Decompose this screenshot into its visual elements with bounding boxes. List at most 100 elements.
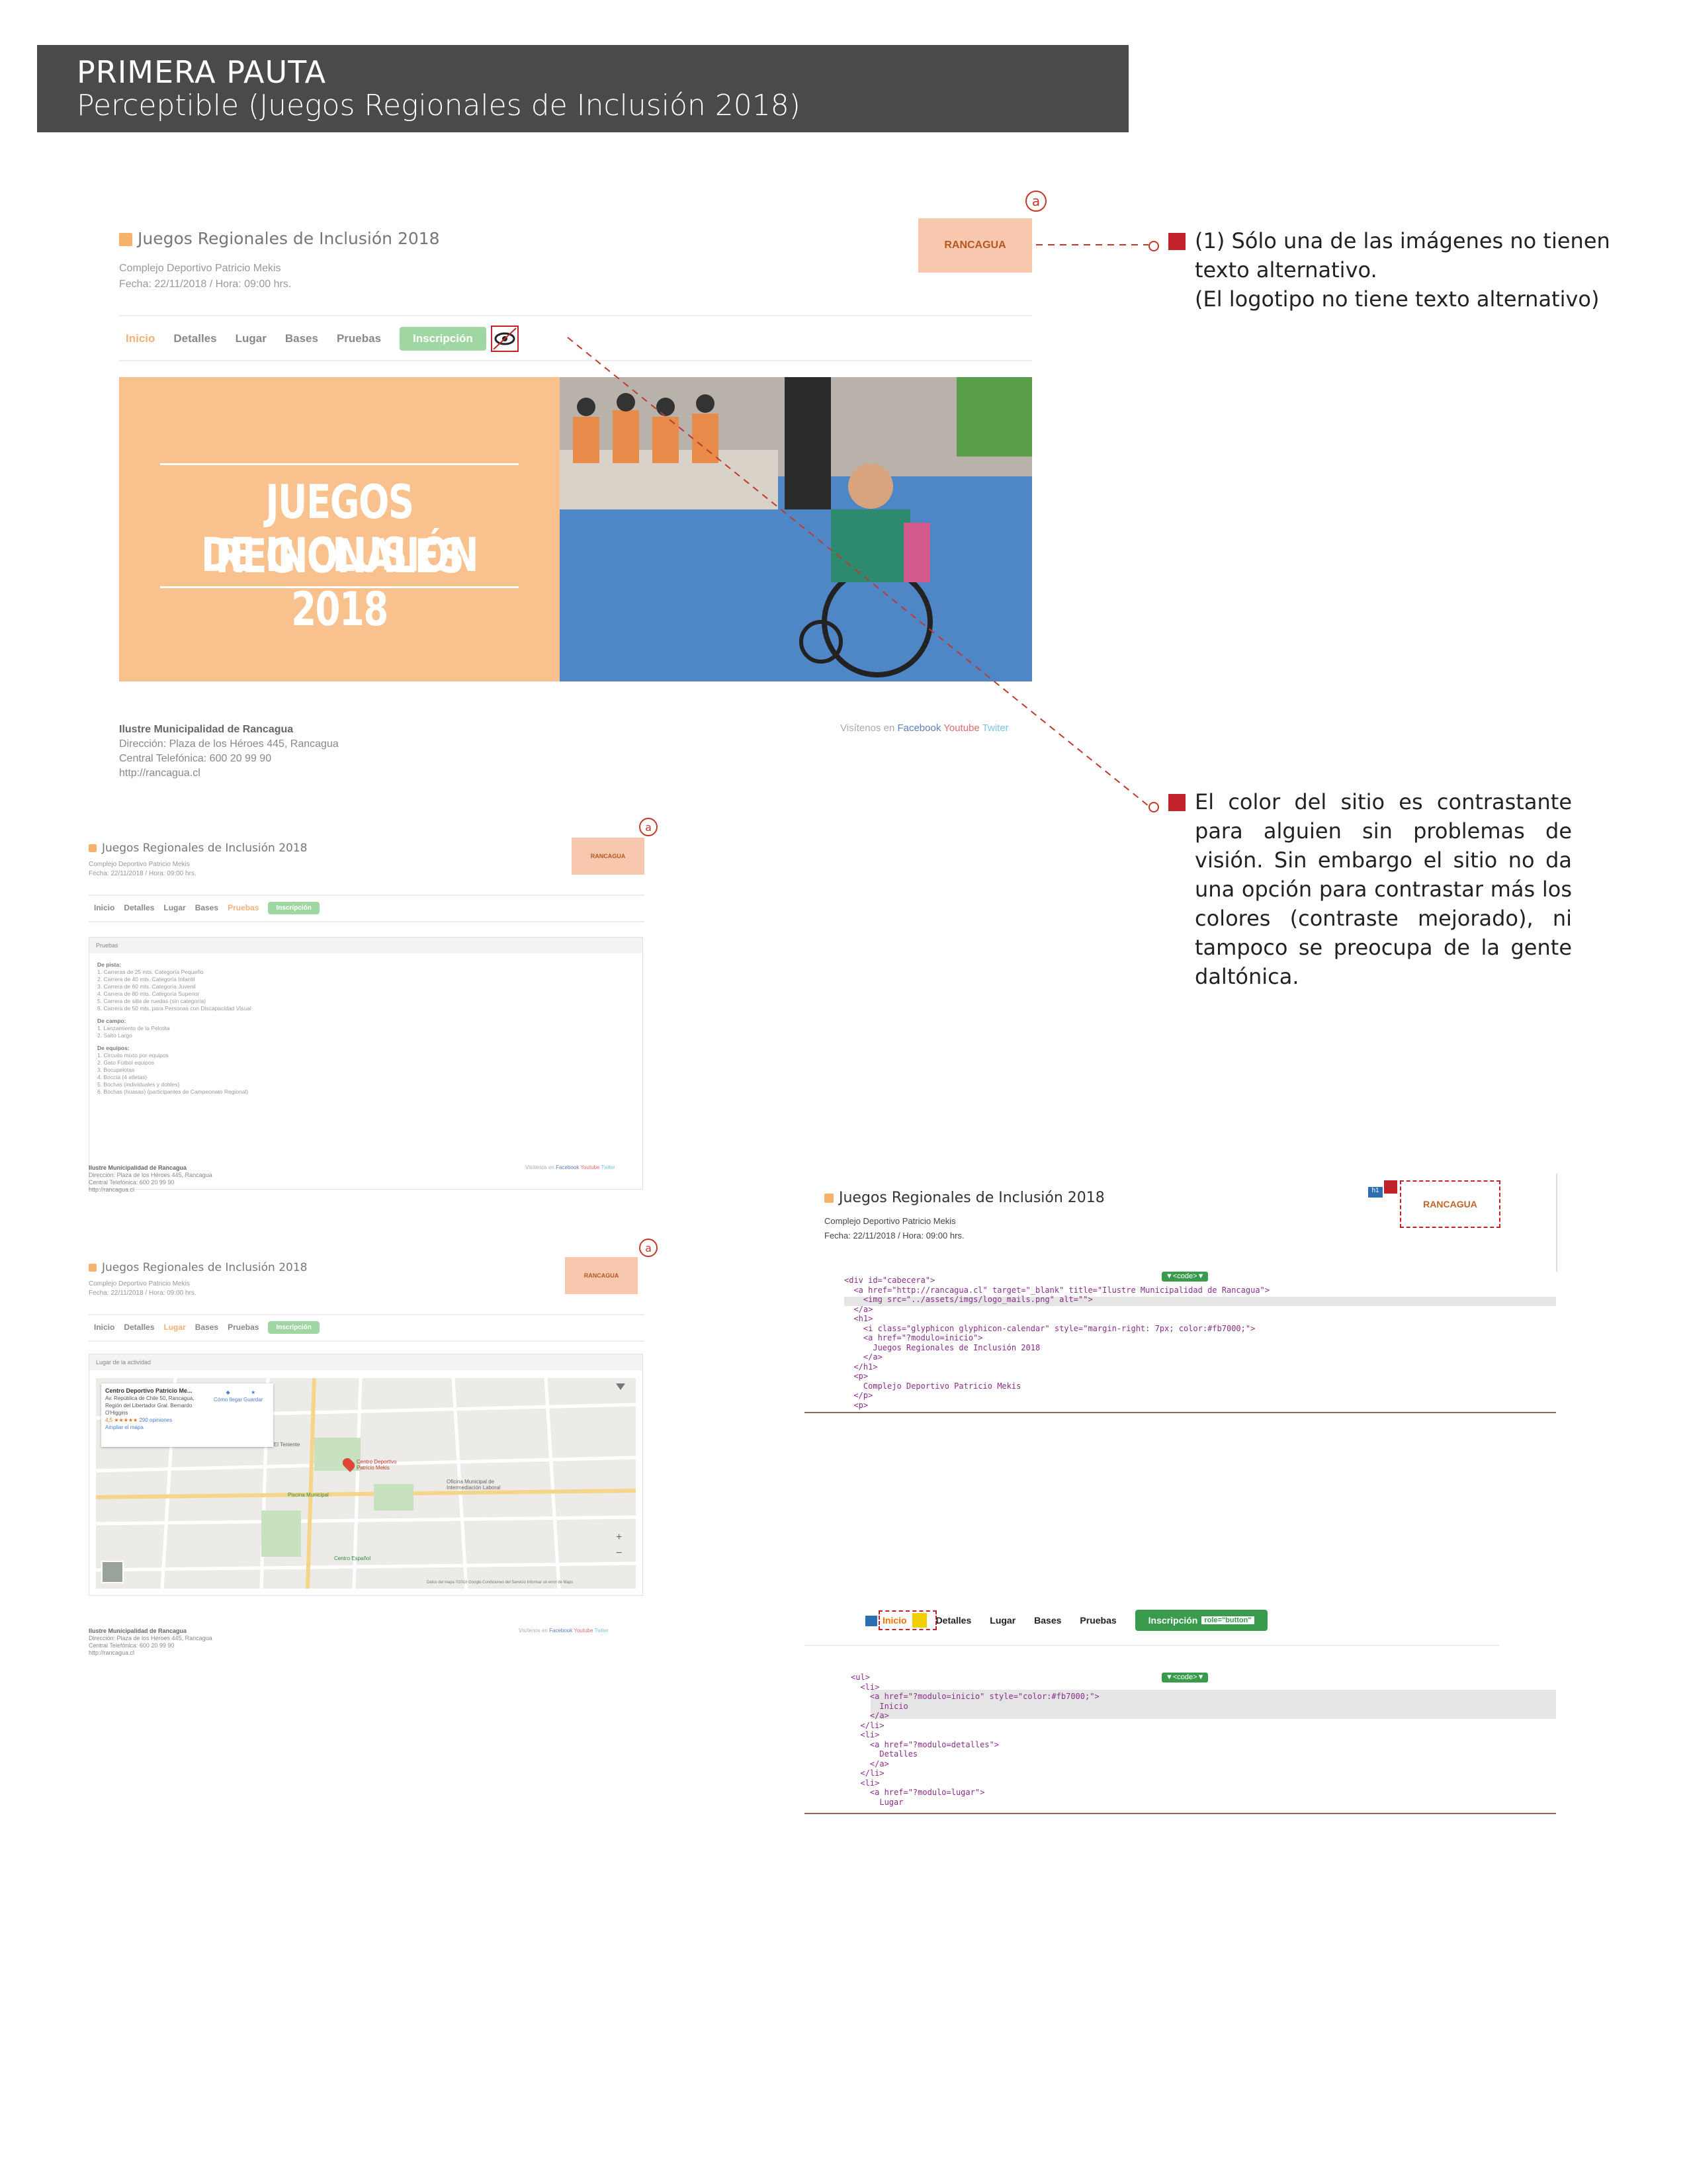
code-line: <li> (851, 1778, 880, 1788)
note1-line: (El logotipo no tiene texto alternativo) (1195, 286, 1600, 312)
facebook-link[interactable]: Facebook (549, 1628, 572, 1634)
lugar-panel: Lugar de la actividad Centro Deportivo P… (89, 1354, 643, 1596)
social-label: Visítenos en (519, 1628, 548, 1634)
nav-inicio[interactable]: Inicio (883, 1615, 907, 1626)
social-links: Visítenos en Facebook Youtube Twiter (525, 1164, 615, 1170)
rancagua-logo[interactable]: RANCAGUA (572, 838, 644, 875)
site-date: Fecha: 22/11/2018 / Hora: 09:00 hrs. (824, 1231, 965, 1241)
note2-bullet (1168, 794, 1186, 811)
nav-detalles[interactable]: Detalles (936, 1615, 972, 1626)
pruebas-item: 6. Bochas (huasas) (participantes de Cam… (97, 1088, 249, 1095)
code-line: <li> (851, 1682, 880, 1692)
code-line: <a href="?modulo=detalles"> (851, 1739, 999, 1749)
google-map[interactable]: Centro Deportivo Patricio Mekis Piscina … (96, 1378, 636, 1589)
annotation-marker-a: a (639, 1239, 658, 1257)
satellite-toggle[interactable] (101, 1561, 124, 1583)
inscripcion-button[interactable]: Inscripción (268, 1321, 320, 1334)
header-inspection-screenshot: Juegos Regionales de Inclusión 2018 Comp… (811, 1174, 1557, 1272)
divider (89, 1314, 644, 1315)
site-title[interactable]: Juegos Regionales de Inclusión 2018 (824, 1190, 1105, 1206)
nav-lugar[interactable]: Lugar (163, 903, 185, 912)
pruebas-list: De pista: 1. Carreras de 25 mts. Categorí… (97, 961, 251, 1096)
nav-inicio[interactable]: Inicio (94, 903, 114, 912)
place-address: Av. República de Chile 50, Rancagua, Reg… (105, 1395, 195, 1416)
pruebas-item: 3. Bocupelotas (97, 1067, 135, 1073)
footer-org: Ilustre Municipalidad de Rancagua (89, 1628, 187, 1634)
footer-url[interactable]: http://rancagua.cl (89, 1186, 134, 1193)
directions-button[interactable]: ◆ Cómo llegar (214, 1389, 242, 1403)
code-line: <img src="../assets/imgs/logo_mails.png"… (844, 1295, 1093, 1304)
map-label: Centro Español (334, 1555, 371, 1561)
nav-bases[interactable]: Bases (1034, 1615, 1061, 1626)
pruebas-item: 5. Carrera de silla de ruedas (sin categ… (97, 998, 206, 1004)
social-label: Visítenos en (525, 1164, 554, 1170)
nav-lugar[interactable]: Lugar (163, 1323, 185, 1332)
site-nav: Inicio Detalles Lugar Bases Pruebas Insc… (883, 1610, 1268, 1631)
nav-lugar[interactable]: Lugar (990, 1615, 1016, 1626)
site-venue: Complejo Deportivo Patricio Mekis (89, 1280, 190, 1288)
place-reviews[interactable]: 290 opiniones (139, 1417, 172, 1423)
zoom-out-button[interactable]: − (616, 1548, 622, 1559)
fullscreen-icon[interactable] (616, 1383, 625, 1390)
nav-inicio[interactable]: Inicio (94, 1323, 114, 1332)
h1-marker-icon: h1 (1368, 1187, 1383, 1198)
nav-bases[interactable]: Bases (195, 903, 218, 912)
inscripcion-button[interactable]: Inscripción role="button" (1135, 1610, 1268, 1631)
note-contrast: El color del sitio es contrastante para … (1195, 787, 1572, 962)
divider (89, 895, 644, 896)
code-line: <p> (844, 1372, 869, 1381)
rancagua-logo[interactable]: RANCAGUA (565, 1257, 638, 1294)
code-line: </a> (851, 1759, 889, 1769)
code-badge[interactable]: ▼<code>▼ (1162, 1272, 1209, 1282)
panel-title: Pruebas (89, 938, 642, 953)
code-line: Complejo Deportivo Patricio Mekis (844, 1381, 1021, 1391)
rancagua-logo[interactable]: RANCAGUA (1400, 1180, 1500, 1228)
footer-phone: Central Telefónica: 600 20 99 90 (89, 1642, 175, 1649)
nav-pruebas[interactable]: Pruebas (228, 903, 259, 912)
save-label: Guardar (243, 1397, 263, 1403)
map-attribution: Datos del mapa ©2018 Google Condiciones … (427, 1581, 574, 1585)
nav-inspection-screenshot: Inicio Detalles Lugar Bases Pruebas Insc… (804, 1594, 1556, 1667)
nav-detalles[interactable]: Detalles (124, 1323, 154, 1332)
pruebas-section-heading: De campo: (97, 1018, 126, 1024)
nav-bases[interactable]: Bases (195, 1323, 218, 1332)
code-panel-nav: ▼<code>▼ <ul> <li> <a href="?modulo=inic… (804, 1673, 1556, 1814)
note2-line: una opción para contrastar más los (1195, 877, 1572, 902)
youtube-link[interactable]: Youtube (580, 1164, 599, 1170)
warning-icon (912, 1613, 927, 1628)
note1-line: (1) Sólo una de las imágenes no tienen (1195, 228, 1610, 253)
pruebas-item: 6. Carrera de 50 mts. para Personas con … (97, 1005, 251, 1012)
code-line: Detalles (851, 1749, 918, 1759)
footer-address: Dirección: Plaza de los Héroes 445, Ranc… (89, 1635, 212, 1641)
site-title[interactable]: Juegos Regionales de Inclusión 2018 (89, 1261, 307, 1274)
code-line: </a> (844, 1352, 883, 1362)
footer-url[interactable]: http://rancagua.cl (89, 1649, 134, 1656)
twitter-link[interactable]: Twiter (595, 1628, 609, 1634)
zoom-in-button[interactable]: + (616, 1532, 622, 1544)
code-line: </li> (851, 1720, 885, 1730)
code-badge[interactable]: ▼<code>▼ (1162, 1673, 1209, 1682)
nav-pruebas[interactable]: Pruebas (228, 1323, 259, 1332)
larger-map-link[interactable]: Ampliar el mapa (105, 1424, 269, 1431)
nav-detalles[interactable]: Detalles (124, 903, 154, 912)
pruebas-item: 2. Gato Fútbol equipos (97, 1059, 155, 1066)
alt-error-icon (1384, 1180, 1397, 1194)
facebook-link[interactable]: Facebook (556, 1164, 579, 1170)
save-button[interactable]: ★ Guardar (243, 1389, 263, 1403)
social-links: Visítenos en Facebook Youtube Twiter (519, 1628, 609, 1634)
pruebas-item: 5. Bochas (individuales y dobles) (97, 1081, 180, 1088)
inscripcion-button[interactable]: Inscripción (268, 901, 320, 914)
site-title[interactable]: Juegos Regionales de Inclusión 2018 (89, 842, 307, 855)
site-venue: Complejo Deportivo Patricio Mekis (89, 861, 190, 868)
directions-label: Cómo llegar (214, 1397, 243, 1403)
pruebas-section-heading: De equipos: (97, 1045, 130, 1051)
code-line: <a href="?modulo=inicio" style="color:#f… (851, 1692, 1100, 1701)
code-line: </a> (844, 1304, 873, 1314)
pruebas-item: 4. Carrera de 80 mts. Categoría Superior (97, 990, 200, 997)
twitter-link[interactable]: Twiter (601, 1164, 615, 1170)
nav-pruebas[interactable]: Pruebas (1080, 1615, 1116, 1626)
youtube-link[interactable]: Youtube (574, 1628, 593, 1634)
logo-text: RANCAGUA (1423, 1199, 1477, 1209)
logo-text: RANCAGUA (584, 1272, 619, 1279)
logo-text: RANCAGUA (590, 853, 626, 859)
